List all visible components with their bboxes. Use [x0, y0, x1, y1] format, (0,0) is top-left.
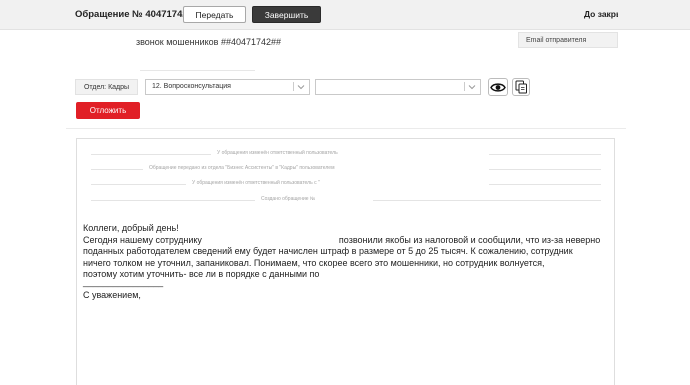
message-body: Коллеги, добрый день! Сегодня нашему сот…	[83, 223, 608, 301]
message-text: Сегодня нашему сотруднику	[83, 234, 202, 245]
history-text: У обращения изменён ответственный пользо…	[217, 150, 338, 156]
ticket-subject: звонок мошенников ##40471742##	[136, 37, 282, 47]
until-close-label: До закрытия	[584, 9, 618, 19]
chevron-down-icon	[468, 84, 476, 89]
message-greeting: Коллеги, добрый день!	[83, 223, 179, 233]
message-text: позвонили якобы из налоговой и сообщили,…	[338, 234, 601, 245]
history-line	[489, 184, 601, 185]
section-divider	[66, 128, 626, 129]
complete-button[interactable]: Завершить	[252, 6, 321, 23]
select-separator	[293, 82, 294, 91]
subcategory-select-controls	[464, 82, 476, 91]
message-line: Сегодня нашему сотруднику позвонили якобы…	[83, 235, 608, 247]
subcategory-select[interactable]	[315, 79, 481, 95]
message-panel: У обращения изменён ответственный пользо…	[76, 138, 615, 385]
history-line	[489, 154, 601, 155]
sender-email-label: Email отправителя	[518, 32, 618, 48]
preview-button[interactable]	[488, 78, 508, 96]
top-toolbar: Обращение № 40471742 Передать Завершить …	[0, 0, 690, 30]
history-entry: У обращения изменён ответственный пользо…	[91, 150, 601, 158]
history-entry: Обращение передано из отдела "Бизнес Асс…	[91, 165, 601, 173]
message-separator: ________________	[83, 276, 164, 287]
ticket-title: Обращение № 40471742	[75, 9, 188, 20]
history-line	[91, 184, 186, 185]
category-select-controls	[293, 82, 305, 91]
history-entry: Создано обращение №	[91, 196, 601, 204]
history-line	[91, 154, 211, 155]
history-line	[489, 169, 601, 170]
message-closing: С уважением,	[83, 289, 141, 300]
category-select-value: 12. Вопросконсультация	[152, 83, 231, 90]
history-text: Обращение передано из отдела "Бизнес Асс…	[149, 165, 335, 171]
select-separator	[464, 82, 465, 91]
history-line	[91, 169, 143, 170]
history-line	[373, 200, 601, 201]
eye-icon	[490, 82, 506, 92]
copy-document-icon	[515, 80, 527, 94]
category-select[interactable]: 12. Вопросконсультация	[145, 79, 310, 95]
field-underline	[140, 70, 255, 71]
postpone-button[interactable]: Отложить	[76, 102, 140, 119]
history-line	[91, 200, 255, 201]
copy-button[interactable]	[512, 78, 530, 96]
message-line: ничего толком не уточнил, запаниковал. П…	[83, 257, 545, 268]
history-text: У обращения изменён ответственный пользо…	[192, 180, 320, 186]
history-entry: У обращения изменён ответственный пользо…	[91, 180, 601, 188]
department-label: Отдел: Кадры	[75, 79, 138, 95]
transfer-button[interactable]: Передать	[183, 6, 246, 23]
message-line: поданных работодателем сведений ему буде…	[83, 246, 573, 256]
history-text: Создано обращение №	[261, 196, 316, 202]
chevron-down-icon	[297, 84, 305, 89]
